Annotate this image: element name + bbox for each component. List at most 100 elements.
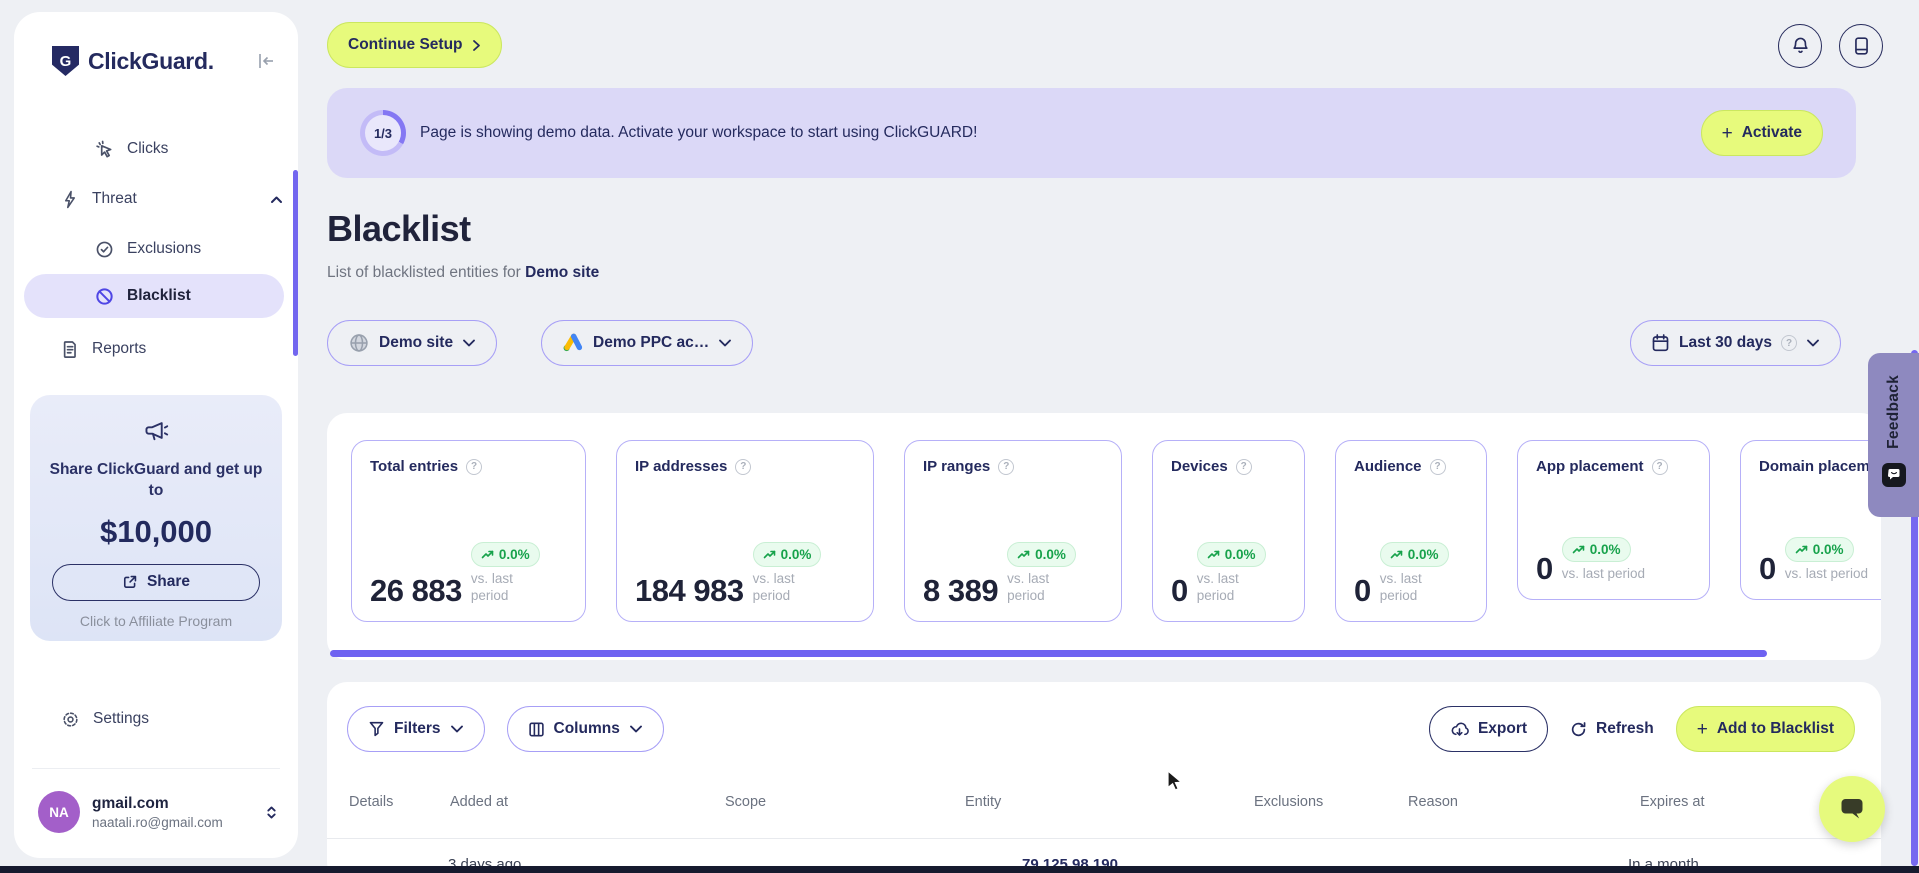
stat-delta: 0.0%	[1035, 547, 1066, 563]
sidebar-item-label: Threat	[92, 190, 137, 207]
help-icon[interactable]: ?	[466, 458, 483, 475]
sidebar-item-reports[interactable]: Reports	[14, 328, 284, 370]
external-link-icon	[122, 574, 138, 590]
columns-button[interactable]: Columns	[506, 706, 664, 752]
stat-card-app-placement: App placement? 0 0.0% vs. last period	[1517, 440, 1710, 600]
gear-icon	[61, 710, 80, 729]
megaphone-icon	[48, 419, 264, 445]
stat-vs-label: vs. last period	[1379, 571, 1422, 604]
sidebar-item-blacklist[interactable]: Blacklist	[24, 274, 284, 318]
stat-delta: 0.0%	[1812, 542, 1844, 558]
blacklist-table-panel: Filters Columns Export Refresh + Add to …	[327, 682, 1881, 873]
trend-up-icon	[1572, 544, 1585, 555]
page-subtitle-text: List of blacklisted entities for	[327, 264, 521, 281]
add-to-blacklist-button[interactable]: + Add to Blacklist	[1675, 706, 1855, 752]
setup-progress-ring: 1/3	[360, 110, 406, 156]
stat-card-total-entries: Total entries? 26 883 0.0% vs. last peri…	[351, 440, 586, 622]
stat-vs-label: vs. last period	[470, 571, 513, 604]
setup-progress-step: 1/3	[365, 115, 401, 151]
feedback-smiley-icon	[1881, 462, 1906, 487]
affiliate-promo-card[interactable]: Share ClickGuard and get up to $10,000 S…	[30, 395, 282, 641]
sidebar-scroll-indicator[interactable]	[293, 170, 298, 356]
stat-vs-label: vs. last period	[1196, 571, 1239, 604]
stat-card-devices: Devices? 0 0.0% vs. last period	[1152, 440, 1305, 622]
stat-card-ip-addresses: IP addresses? 184 983 0.0% vs. last peri…	[616, 440, 874, 622]
demo-data-banner: 1/3 Page is showing demo data. Activate …	[327, 88, 1856, 178]
sidebar-item-exclusions[interactable]: Exclusions	[14, 228, 284, 270]
share-button[interactable]: Share	[52, 563, 260, 601]
clickguard-logo-icon: G	[52, 46, 79, 76]
date-range-value: Last 30 days	[1679, 334, 1773, 351]
sidebar-divider	[32, 768, 280, 769]
notifications-button[interactable]	[1778, 24, 1822, 68]
activate-label: Activate	[1741, 124, 1802, 141]
trend-badge: 0.0%	[1561, 537, 1631, 563]
trend-badge: 0.0%	[1007, 542, 1076, 568]
chevron-down-icon	[1806, 338, 1820, 348]
promo-amount: $10,000	[99, 513, 213, 549]
filters-label: Filters	[394, 720, 441, 737]
table-header-row: Details Added at Scope Entity Exclusions…	[327, 794, 1881, 810]
sidebar-item-clicks[interactable]: Clicks	[14, 128, 284, 170]
feedback-tab[interactable]: Feedback	[1868, 353, 1919, 517]
stat-card-audience: Audience? 0 0.0% vs. last period	[1335, 440, 1487, 622]
stat-label: Total entries	[370, 458, 459, 475]
stat-delta: 0.0%	[1224, 547, 1256, 563]
chevron-up-icon[interactable]	[269, 193, 284, 206]
export-button[interactable]: Export	[1428, 706, 1549, 752]
workspace-name: gmail.com	[92, 794, 169, 812]
share-label: Share	[146, 573, 191, 591]
column-header-entity: Entity	[965, 794, 1002, 810]
stat-delta: 0.0%	[498, 547, 530, 563]
stat-label: Domain placement	[1759, 458, 1881, 475]
document-icon	[61, 340, 79, 359]
trend-up-icon	[1390, 549, 1403, 560]
horizontal-scrollbar[interactable]	[330, 650, 1767, 657]
chevron-down-icon	[462, 338, 476, 348]
sidebar-item-threat[interactable]: Threat	[14, 178, 284, 220]
date-range-selector[interactable]: Last 30 days ?	[1630, 320, 1842, 366]
page-title: Blacklist	[327, 208, 471, 249]
docs-button[interactable]	[1839, 24, 1883, 68]
affiliate-link-text: Click to Affiliate Program	[79, 612, 233, 629]
ppc-account-selector[interactable]: Demo PPC ac…	[541, 320, 754, 366]
stat-delta: 0.0%	[1589, 542, 1621, 558]
trend-up-icon	[1017, 549, 1030, 560]
brand-name: ClickGuard.	[88, 47, 214, 74]
sidebar-item-label: Settings	[93, 710, 150, 727]
refresh-button[interactable]: Refresh	[1570, 720, 1654, 738]
help-icon[interactable]: ?	[1429, 458, 1446, 475]
filters-button[interactable]: Filters	[347, 706, 485, 752]
help-icon[interactable]: ?	[1781, 335, 1798, 351]
globe-icon	[348, 332, 370, 354]
stats-panel: Total entries? 26 883 0.0% vs. last peri…	[327, 413, 1881, 660]
chevron-down-icon	[450, 724, 464, 734]
promo-text: Share ClickGuard and get up to	[49, 461, 263, 499]
chat-widget-button[interactable]	[1819, 776, 1885, 842]
stat-value: 0	[1536, 551, 1553, 586]
trend-badge: 0.0%	[1196, 542, 1266, 568]
stat-label: App placement	[1536, 458, 1644, 475]
stat-label: IP addresses	[635, 458, 728, 475]
trend-up-icon	[1795, 544, 1808, 555]
ppc-account-value: Demo PPC ac…	[593, 334, 710, 351]
activate-button[interactable]: + Activate	[1700, 110, 1823, 156]
sidebar-item-label: Reports	[92, 340, 147, 357]
chevron-down-icon	[629, 724, 643, 734]
workspace-switcher[interactable]: NA gmail.com naatali.ro@gmail.com	[38, 784, 278, 840]
stats-cards-row: Total entries? 26 883 0.0% vs. last peri…	[351, 440, 1881, 622]
site-selector[interactable]: Demo site	[327, 320, 498, 366]
sidebar-item-label: Blacklist	[127, 287, 191, 304]
help-icon[interactable]: ?	[735, 458, 752, 475]
arrow-right-icon	[472, 39, 481, 52]
help-icon[interactable]: ?	[998, 458, 1015, 475]
sidebar-item-settings[interactable]: Settings	[14, 698, 284, 740]
help-icon[interactable]: ?	[1235, 458, 1252, 475]
continue-setup-button[interactable]: Continue Setup	[327, 22, 502, 68]
stat-value: 184 983	[635, 573, 744, 608]
stat-value: 0	[1759, 551, 1776, 586]
calendar-icon	[1651, 333, 1670, 353]
collapse-sidebar-icon[interactable]	[256, 52, 276, 70]
help-icon[interactable]: ?	[1651, 458, 1668, 475]
stat-vs-label: vs. last period	[752, 571, 795, 604]
